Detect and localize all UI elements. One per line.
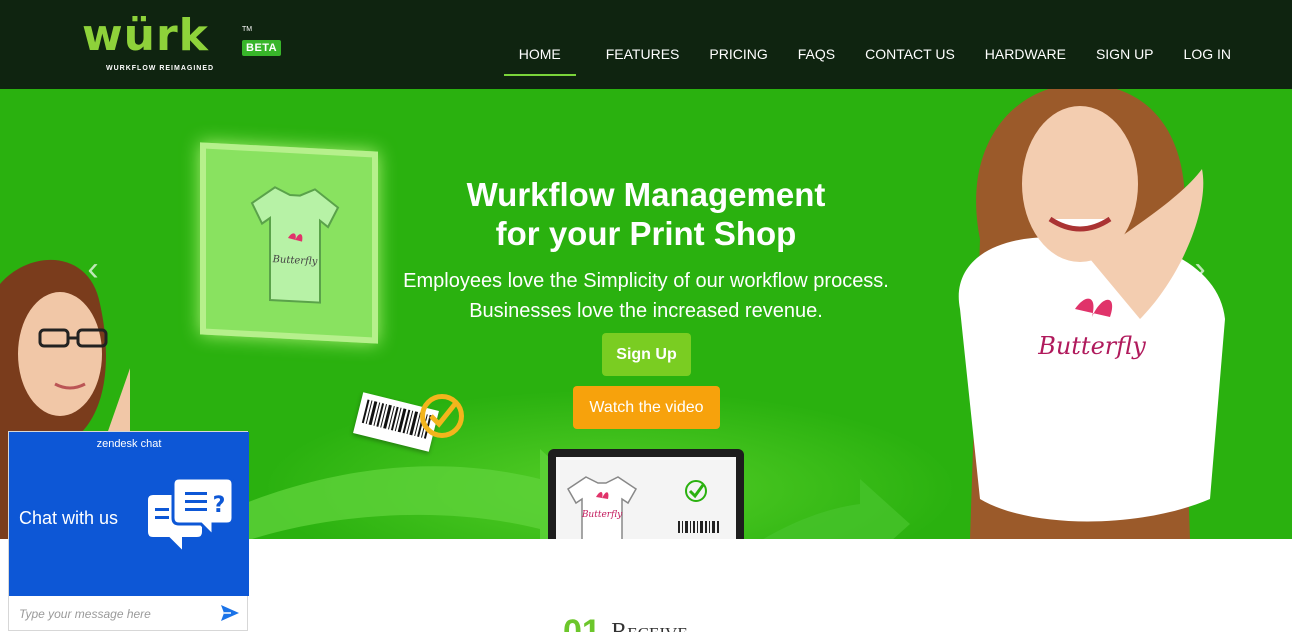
hero-subtitle: Employees love the Simplicity of our wor… <box>346 266 946 326</box>
woman-in-tshirt-image: Butterfly <box>940 89 1240 539</box>
chat-bubbles-icon: ? <box>146 478 235 555</box>
chat-widget[interactable]: zendesk chat Chat with us ? <box>8 431 249 631</box>
nav-contact-us[interactable]: CONTACT US <box>865 15 955 75</box>
monitor-screen: Butterfly <box>556 457 736 539</box>
shirt-brand-text: Butterfly <box>1037 332 1146 360</box>
step-label: Receive <box>611 619 688 632</box>
hero-title-line-1: Wurkflow Management <box>466 176 826 213</box>
hero-title-line-2: for your Print Shop <box>495 215 797 252</box>
tshirt-icon: Butterfly <box>250 186 340 304</box>
hero-title: Wurkflow Management for your Print Shop <box>346 175 946 253</box>
logo-wordmark: würk <box>82 10 209 61</box>
main-nav: HOME FEATURES PRICING FAQS CONTACT US HA… <box>503 0 1231 89</box>
nav-hardware[interactable]: HARDWARE <box>985 15 1066 75</box>
chat-header[interactable]: zendesk chat Chat with us ? <box>9 432 249 596</box>
svg-text:Butterfly: Butterfly <box>272 254 318 267</box>
nav-log-in[interactable]: LOG IN <box>1184 15 1231 75</box>
checkmark-icon <box>420 394 464 438</box>
watch-video-button[interactable]: Watch the video <box>573 386 720 429</box>
hero-subtitle-line-1: Employees love the Simplicity of our wor… <box>403 270 889 292</box>
nav-pricing[interactable]: PRICING <box>709 15 767 75</box>
hero-subtitle-line-2: Businesses love the increased revenue. <box>469 300 823 322</box>
carousel-prev-button[interactable]: ‹ <box>78 249 108 289</box>
nav-faqs[interactable]: FAQS <box>798 15 835 75</box>
hero-signup-button[interactable]: Sign Up <box>602 333 691 376</box>
carousel-next-button[interactable]: › <box>1185 249 1215 289</box>
nav-home[interactable]: HOME <box>503 15 576 76</box>
step-heading: 01 Receive <box>563 612 763 632</box>
step-number: 01 <box>563 613 601 632</box>
hero-text-block: Wurkflow Management for your Print Shop … <box>346 175 946 326</box>
nav-sign-up[interactable]: SIGN UP <box>1096 15 1154 75</box>
site-header: würk TM BETA WURKFLOW REIMAGINED HOME FE… <box>0 0 1292 89</box>
beta-badge: BETA <box>242 40 282 56</box>
monitor-shirt-brand: Butterfly <box>581 510 623 520</box>
computer-monitor-graphic: Butterfly <box>548 449 744 539</box>
logo-trademark: TM <box>242 26 253 33</box>
chat-message-input[interactable] <box>9 598 215 630</box>
logo-tagline: WURKFLOW REIMAGINED <box>106 65 215 72</box>
logo[interactable]: würk TM BETA WURKFLOW REIMAGINED <box>82 12 287 76</box>
chevron-right-icon: › <box>1194 250 1206 288</box>
chevron-left-icon: ‹ <box>87 250 99 288</box>
svg-text:?: ? <box>213 493 226 518</box>
nav-features[interactable]: FEATURES <box>606 15 680 75</box>
send-icon <box>221 605 239 621</box>
chat-title: Chat with us <box>19 508 119 528</box>
chat-brand: zendesk chat <box>96 438 162 450</box>
send-button[interactable] <box>219 602 241 624</box>
